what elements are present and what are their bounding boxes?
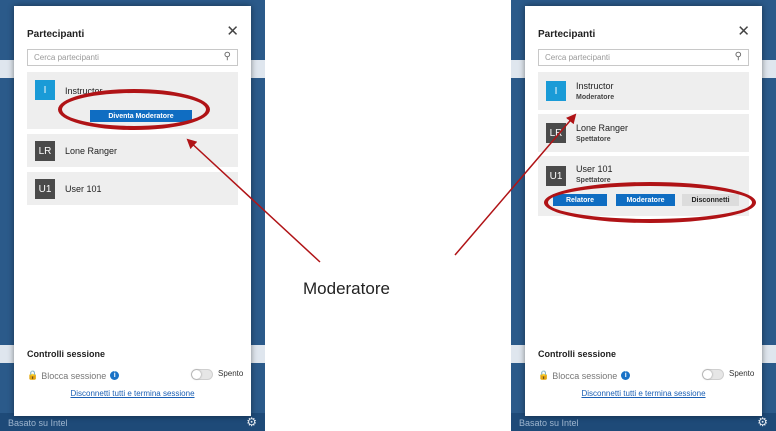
moderatore-label: Moderatore xyxy=(303,279,390,298)
arrow-left xyxy=(186,138,321,263)
annotation-arrows xyxy=(186,113,577,263)
arrow-right xyxy=(454,113,577,256)
